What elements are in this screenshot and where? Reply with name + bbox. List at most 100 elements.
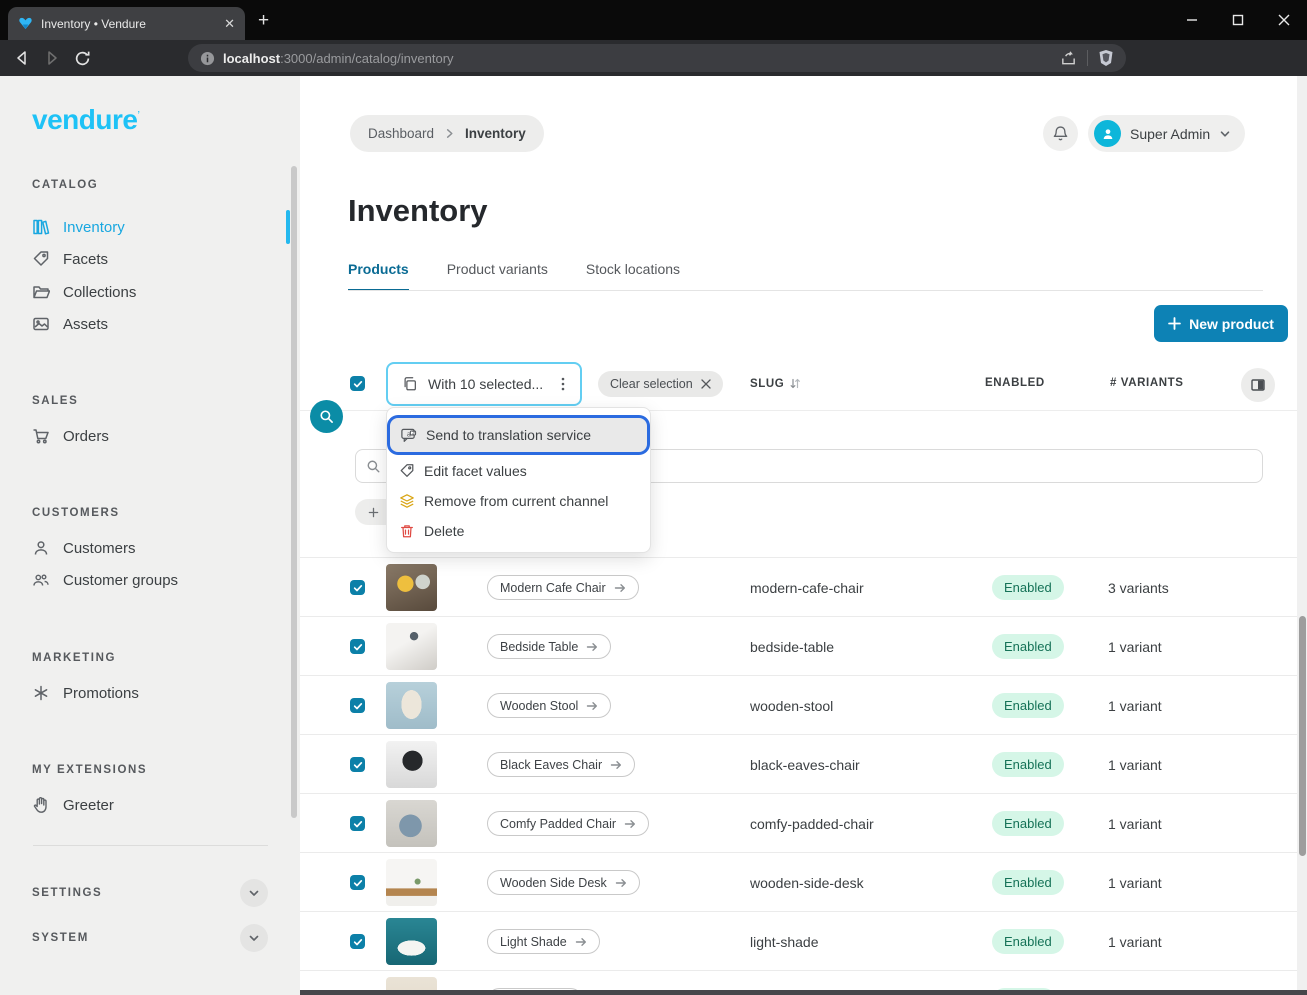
window-scrollbar-thumb[interactable] (1299, 616, 1306, 856)
reload-icon[interactable] (74, 50, 91, 67)
product-name-link[interactable]: Wooden Side Desk (487, 870, 640, 895)
nav-group-catalog: CATALOG (32, 179, 98, 191)
kebab-icon[interactable] (556, 376, 570, 392)
table-row[interactable]: Wooden Side Desk wooden-side-desk Enable… (300, 852, 1297, 911)
columns-icon (1250, 377, 1266, 393)
product-slug: wooden-side-desk (750, 875, 864, 891)
select-all-checkbox[interactable] (350, 376, 365, 391)
product-name-link[interactable]: Modern Cafe Chair (487, 575, 639, 600)
notifications-button[interactable] (1043, 116, 1078, 151)
sidebar-item-orders[interactable]: Orders (32, 423, 109, 449)
user-avatar (1094, 120, 1121, 147)
window-maximize-button[interactable] (1215, 0, 1261, 40)
window-minimize-button[interactable] (1169, 0, 1215, 40)
sidebar-item-promotions[interactable]: Promotions (32, 680, 139, 706)
breadcrumb-inventory[interactable]: Inventory (465, 126, 526, 141)
new-tab-button[interactable]: + (258, 12, 269, 29)
status-badge: Enabled (992, 752, 1064, 777)
user-menu[interactable]: Super Admin (1088, 115, 1245, 152)
window-close-button[interactable] (1261, 0, 1307, 40)
nav-group-customers: CUSTOMERS (32, 507, 120, 519)
product-slug: comfy-padded-chair (750, 816, 874, 832)
new-product-button[interactable]: New product (1154, 305, 1288, 342)
bulk-actions-label: With 10 selected... (428, 376, 546, 392)
site-info-icon[interactable] (200, 51, 215, 66)
row-checkbox[interactable] (350, 816, 365, 831)
product-thumbnail (386, 918, 437, 965)
column-settings-button[interactable] (1241, 368, 1275, 402)
breadcrumb[interactable]: Dashboard Inventory (350, 115, 544, 152)
share-icon[interactable] (1060, 50, 1077, 67)
sidebar-item-label: Inventory (63, 219, 125, 236)
table-row[interactable]: Bedside Table bedside-table Enabled 1 va… (300, 616, 1297, 675)
sidebar-item-customer-groups[interactable]: Customer groups (32, 567, 178, 593)
column-header-enabled[interactable]: ENABLED (985, 377, 1045, 389)
plus-icon (368, 507, 379, 518)
product-name-link[interactable]: Light Shade (487, 929, 600, 954)
product-thumbnail (386, 859, 437, 906)
back-icon[interactable] (14, 50, 30, 66)
row-checkbox[interactable] (350, 698, 365, 713)
product-slug: modern-cafe-chair (750, 580, 864, 596)
tab-products[interactable]: Products (348, 261, 409, 291)
column-header-variants[interactable]: # VARIANTS (1110, 377, 1184, 389)
search-toggle-button[interactable] (310, 400, 343, 433)
status-badge: Enabled (992, 693, 1064, 718)
row-checkbox[interactable] (350, 580, 365, 595)
sidebar-item-label: Collections (63, 284, 136, 301)
table-row[interactable]: Light Shade light-shade Enabled 1 varian… (300, 911, 1297, 970)
table-row[interactable]: Modern Cafe Chair modern-cafe-chair Enab… (300, 557, 1297, 616)
product-name-link[interactable]: Bedside Table (487, 634, 611, 659)
sidebar-item-greeter[interactable]: Greeter (32, 792, 114, 818)
sidebar-group-settings[interactable]: SETTINGS (32, 879, 268, 907)
table-row[interactable]: Wooden Stool wooden-stool Enabled 1 vari… (300, 675, 1297, 734)
window-scrollbar-track[interactable] (1297, 76, 1307, 995)
product-thumbnail (386, 800, 437, 847)
menu-item-send-to-translation-service[interactable]: aあ Send to translation service (390, 418, 647, 452)
tab-product-variants[interactable]: Product variants (447, 261, 548, 291)
url-field[interactable]: localhost:3000/admin/catalog/inventory (188, 44, 1126, 72)
product-name-link[interactable]: Black Eaves Chair (487, 752, 635, 777)
browser-tab[interactable]: Inventory • Vendure ✕ (8, 7, 245, 40)
sidebar-item-label: Customers (63, 540, 136, 557)
sidebar-item-facets[interactable]: Facets (32, 246, 108, 272)
forward-icon[interactable] (44, 50, 60, 66)
tag-icon (399, 463, 415, 479)
arrow-right-icon (586, 641, 598, 653)
sidebar-item-customers[interactable]: Customers (32, 535, 136, 561)
sidebar-item-label: Assets (63, 316, 108, 333)
menu-item-delete[interactable]: Delete (399, 516, 638, 546)
row-checkbox[interactable] (350, 934, 365, 949)
bulk-actions-button[interactable]: With 10 selected... (386, 362, 582, 406)
breadcrumb-dashboard[interactable]: Dashboard (368, 126, 434, 141)
sidebar-item-assets[interactable]: Assets (32, 311, 108, 337)
sidebar-item-label: Orders (63, 428, 109, 445)
horizontal-scrollbar[interactable] (300, 990, 1307, 995)
row-checkbox[interactable] (350, 639, 365, 654)
asterisk-icon (32, 684, 50, 702)
arrow-right-icon (624, 818, 636, 830)
chevron-down-icon[interactable] (240, 879, 268, 907)
product-name-link[interactable]: Wooden Stool (487, 693, 611, 718)
brave-shield-icon[interactable] (1098, 49, 1114, 67)
sidebar-item-collections[interactable]: Collections (32, 279, 136, 305)
menu-item-edit-facet-values[interactable]: Edit facet values (399, 456, 638, 486)
row-checkbox[interactable] (350, 875, 365, 890)
sidebar-scrollbar[interactable] (291, 166, 297, 818)
sidebar-group-system[interactable]: SYSTEM (32, 924, 268, 952)
menu-item-remove-from-channel[interactable]: Remove from current channel (399, 486, 638, 516)
tab-stock-locations[interactable]: Stock locations (586, 261, 680, 291)
sidebar-item-inventory[interactable]: Inventory (32, 214, 125, 240)
chevron-down-icon[interactable] (240, 924, 268, 952)
variant-count: 1 variant (1108, 698, 1162, 714)
tab-close-icon[interactable]: ✕ (224, 16, 235, 32)
row-checkbox[interactable] (350, 757, 365, 772)
product-slug: wooden-stool (750, 698, 833, 714)
column-header-slug[interactable]: SLUG (750, 377, 801, 390)
clear-selection-button[interactable]: Clear selection (598, 371, 723, 397)
table-row[interactable]: Comfy Padded Chair comfy-padded-chair En… (300, 793, 1297, 852)
sort-icon[interactable] (789, 377, 801, 390)
table-row[interactable]: Black Eaves Chair black-eaves-chair Enab… (300, 734, 1297, 793)
product-name-link[interactable]: Comfy Padded Chair (487, 811, 649, 836)
user-icon (32, 539, 50, 557)
